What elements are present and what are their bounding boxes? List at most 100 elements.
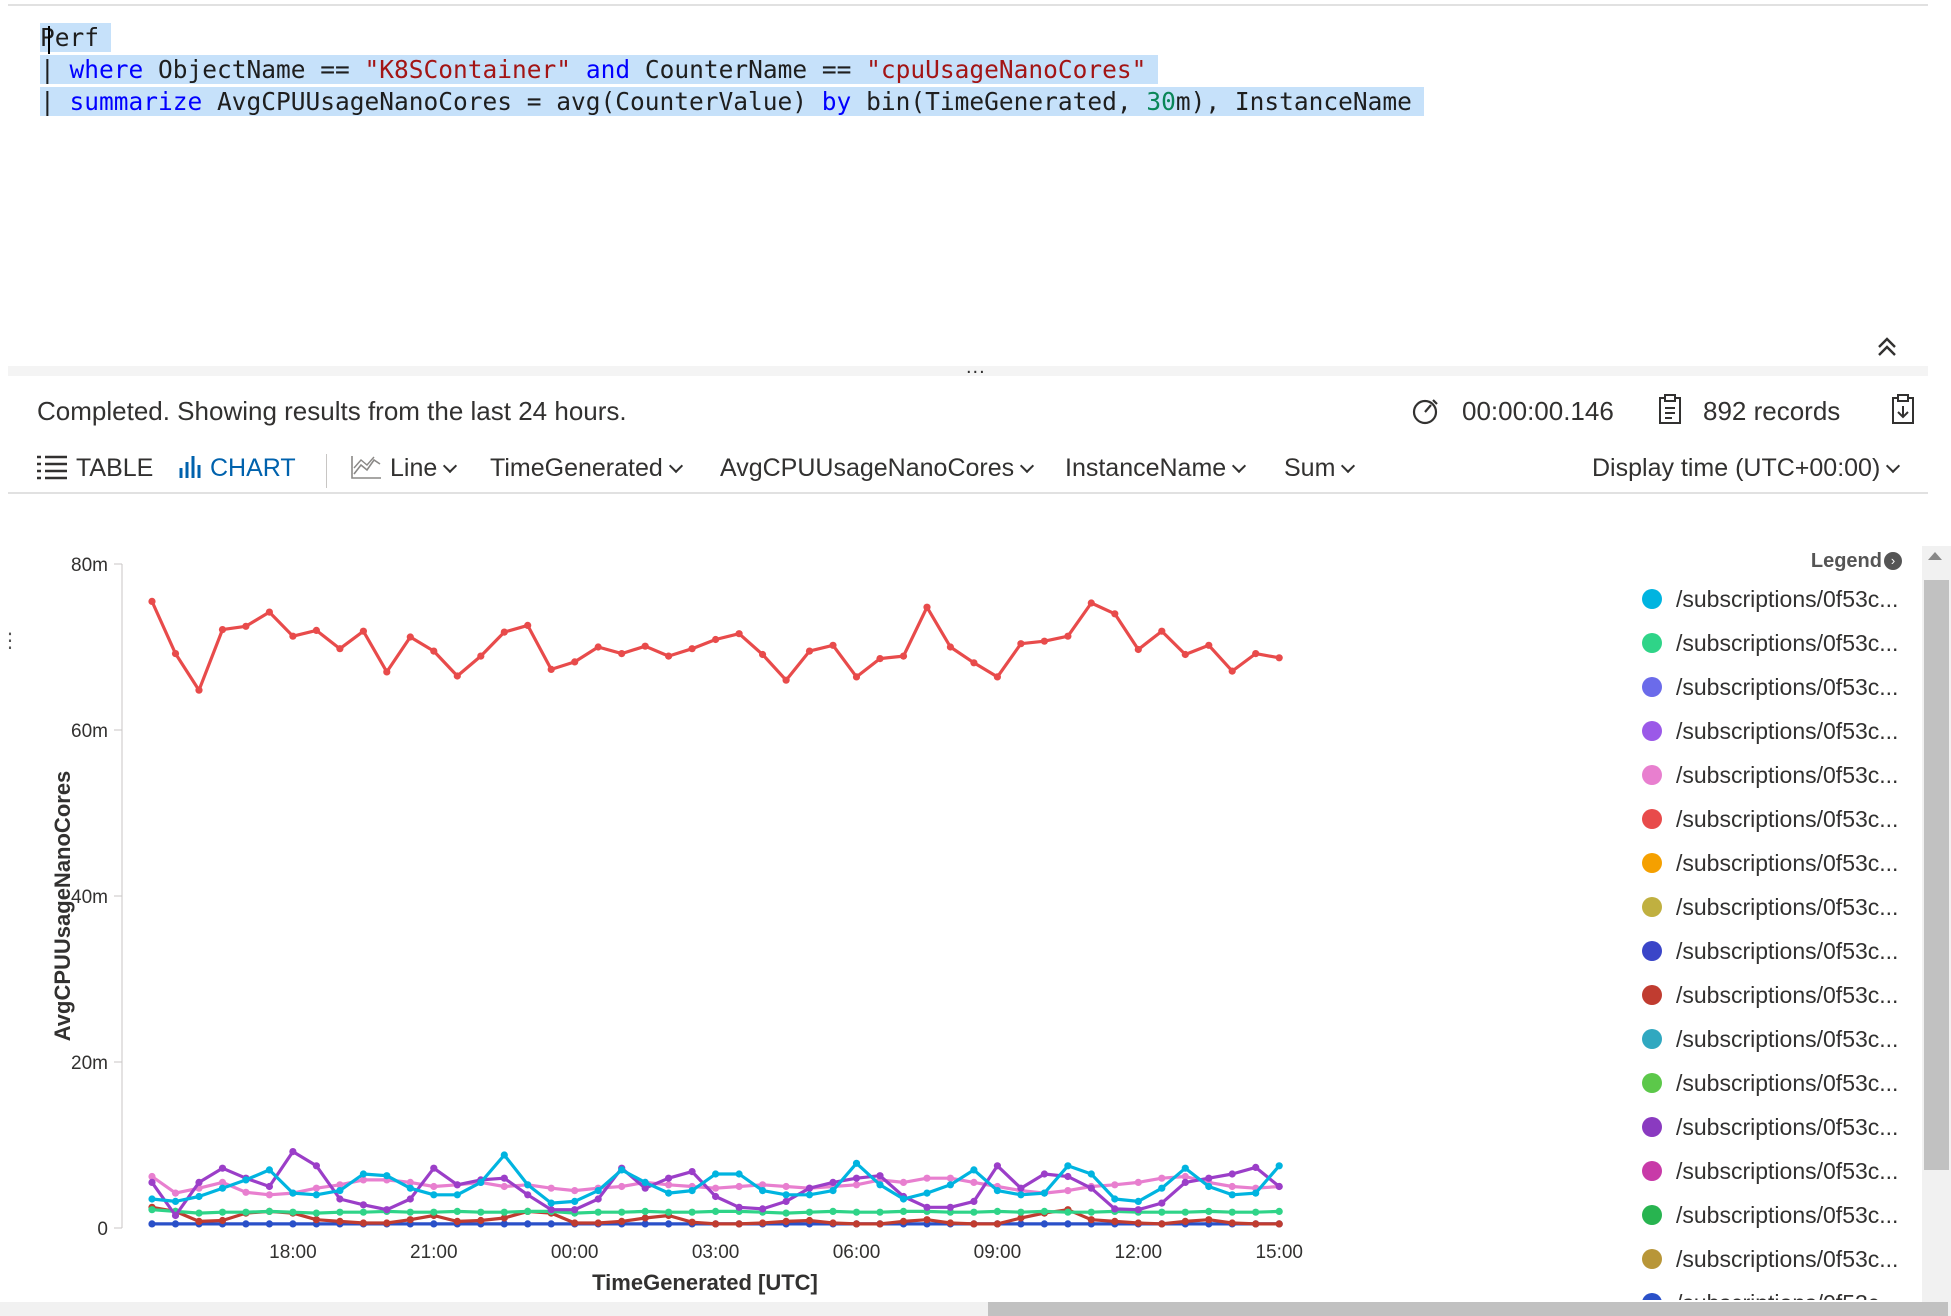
legend-toggle-icon[interactable]: › <box>1884 552 1902 570</box>
split-column-dropdown[interactable]: InstanceName <box>1065 452 1247 484</box>
legend-item[interactable]: /subscriptions/0f53c... <box>1642 628 1898 658</box>
toolbar-divider <box>326 454 327 488</box>
data-point <box>946 1174 955 1182</box>
chevron-down-icon <box>1020 458 1035 474</box>
data-point <box>1252 1189 1260 1197</box>
data-point <box>406 633 414 641</box>
data-point <box>712 1184 720 1192</box>
scroll-up-arrow-icon[interactable] <box>1928 552 1942 560</box>
legend-item-label: /subscriptions/0f53c... <box>1676 981 1899 1008</box>
splitter-handle[interactable]: ... <box>966 356 986 379</box>
data-point <box>571 658 579 666</box>
legend-item[interactable]: /subscriptions/0f53c... <box>1642 672 1898 702</box>
data-point <box>383 1206 391 1214</box>
data-point <box>946 1219 955 1227</box>
line-chart-icon <box>351 456 381 479</box>
data-point <box>876 655 884 663</box>
data-point <box>594 1187 602 1195</box>
horizontal-scrollbar-thumb[interactable] <box>988 1302 1948 1316</box>
display-time-dropdown[interactable]: Display time (UTC+00:00) <box>1592 452 1901 484</box>
data-point <box>1205 1182 1213 1191</box>
data-point <box>712 635 720 644</box>
code-token: | <box>40 55 70 84</box>
data-point <box>594 1195 602 1203</box>
tab-table[interactable]: TABLE <box>36 452 153 484</box>
data-point <box>289 1220 297 1228</box>
x-tick-label: 03:00 <box>692 1242 740 1263</box>
data-point <box>336 1195 344 1203</box>
data-point <box>946 1181 955 1189</box>
side-panel-handle[interactable]: ⋮ <box>0 631 20 651</box>
data-point <box>242 1176 250 1184</box>
data-point <box>1040 1170 1048 1178</box>
data-point <box>993 1207 1002 1215</box>
legend-item[interactable]: /subscriptions/0f53c... <box>1642 804 1898 834</box>
data-point <box>336 645 344 653</box>
data-point <box>1040 1189 1048 1197</box>
legend-item[interactable]: /subscriptions/0f53c... <box>1642 1156 1898 1186</box>
data-point <box>782 1217 790 1225</box>
line-chart[interactable]: 0 20m 40m 60m 80m 18:00 21:00 00:00 03:00 06:00 09… <box>8 500 1618 1300</box>
legend-item[interactable]: /subscriptions/0f53c... <box>1642 1200 1898 1230</box>
data-point <box>970 1197 978 1205</box>
data-point <box>899 1178 908 1186</box>
series-line <box>150 600 1280 692</box>
legend-item[interactable]: /subscriptions/0f53c... <box>1642 716 1898 746</box>
data-point <box>805 1184 814 1192</box>
x-column-dropdown[interactable]: TimeGenerated <box>490 452 683 484</box>
code-line: Perf <box>40 22 112 54</box>
legend-item[interactable]: /subscriptions/0f53c... <box>1642 584 1898 614</box>
data-point <box>1252 1208 1260 1216</box>
copy-results-icon[interactable] <box>1890 392 1916 426</box>
legend-item[interactable]: /subscriptions/0f53c... <box>1642 1112 1898 1142</box>
data-point <box>1228 1208 1236 1216</box>
legend-item[interactable]: /subscriptions/0f53c... <box>1642 1244 1898 1274</box>
y-column-dropdown[interactable]: AvgCPUUsageNanoCores <box>720 452 1035 484</box>
query-editor[interactable]: Perf | where ObjectName == "K8SContainer"… <box>8 4 1928 366</box>
data-point <box>265 1182 273 1191</box>
x-axis-title: TimeGenerated [UTC] <box>592 1270 818 1295</box>
data-point <box>265 1207 273 1215</box>
data-point <box>759 1187 767 1195</box>
legend-item-label: /subscriptions/0f53c... <box>1676 849 1899 876</box>
data-point <box>899 652 908 660</box>
legend-item[interactable]: /subscriptions/0f53c... <box>1642 892 1898 922</box>
legend-item[interactable]: /subscriptions/0f53c... <box>1642 760 1898 790</box>
y-tick-label: 40m <box>71 887 108 908</box>
aggregation-dropdown[interactable]: Sum <box>1284 452 1356 484</box>
data-point <box>1181 1208 1189 1216</box>
data-point <box>735 1203 743 1211</box>
data-point <box>641 1178 649 1186</box>
data-point <box>359 1201 367 1209</box>
legend-item[interactable]: /subscriptions/0f53c... <box>1642 848 1898 878</box>
code-token: m), InstanceName <box>1175 87 1412 116</box>
data-point <box>1134 1178 1142 1186</box>
chart-type-dropdown[interactable]: Line <box>350 452 458 484</box>
x-tick-label: 06:00 <box>833 1242 881 1263</box>
legend-item[interactable]: /subscriptions/0f53c... <box>1642 1288 1898 1300</box>
data-point <box>265 608 273 616</box>
tab-chart[interactable]: CHART <box>178 452 296 484</box>
legend-item-label: /subscriptions/0f53c... <box>1676 1290 1898 1301</box>
code-token: | <box>40 87 70 116</box>
data-point <box>782 1191 790 1199</box>
data-point <box>1064 1208 1072 1216</box>
data-point <box>1064 1220 1072 1228</box>
data-point <box>195 1178 203 1186</box>
code-token: CounterName == <box>630 55 867 84</box>
data-point <box>312 1191 320 1199</box>
tab-table-label: TABLE <box>76 454 154 482</box>
legend-item[interactable]: /subscriptions/0f53c... <box>1642 1024 1898 1054</box>
data-point <box>571 1187 579 1195</box>
data-point <box>993 1220 1002 1228</box>
legend-item[interactable]: /subscriptions/0f53c... <box>1642 1068 1898 1098</box>
data-point <box>242 1208 250 1216</box>
vertical-scrollbar-thumb[interactable] <box>1924 580 1949 1170</box>
legend-item[interactable]: /subscriptions/0f53c... <box>1642 980 1898 1010</box>
legend-item[interactable]: /subscriptions/0f53c... <box>1642 936 1898 966</box>
legend-item-label: /subscriptions/0f53c... <box>1676 1245 1899 1272</box>
data-point <box>712 1207 720 1215</box>
collapse-editor-icon[interactable] <box>1874 334 1900 360</box>
data-point <box>1228 667 1236 675</box>
data-point <box>665 1174 673 1182</box>
